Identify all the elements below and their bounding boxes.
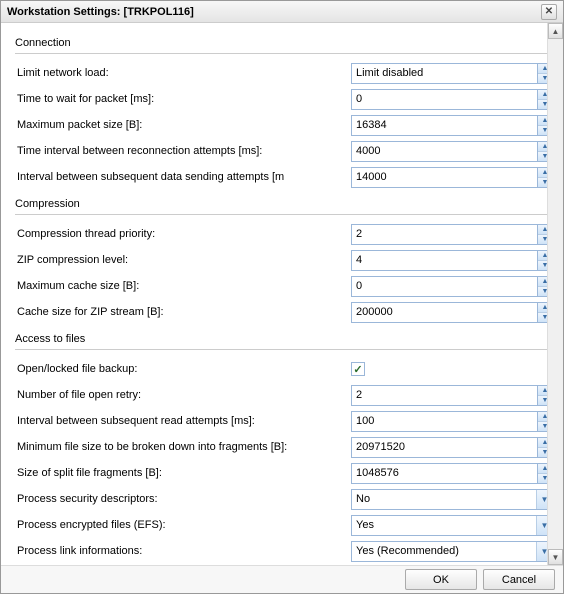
cancel-button[interactable]: Cancel [483, 569, 555, 590]
title-bar: Workstation Settings: [TRKPOL116] ✕ [1, 1, 563, 23]
open-locked-checkbox[interactable]: ✓ [351, 362, 365, 376]
link-value: Yes (Recommended) [352, 545, 536, 557]
open-locked-label: Open/locked file backup: [15, 363, 347, 375]
time-wait-packet-label: Time to wait for packet [ms]: [15, 93, 347, 105]
max-cache-input[interactable] [351, 276, 537, 297]
send-interval-label: Interval between subsequent data sending… [15, 171, 347, 183]
max-cache-field[interactable]: ▲ ▼ [351, 276, 553, 297]
zip-level-label: ZIP compression level: [15, 254, 347, 266]
efs-value: Yes [352, 519, 536, 531]
read-interval-field[interactable]: ▲ ▼ [351, 411, 553, 432]
limit-network-load-field[interactable]: ▲ ▼ [351, 63, 553, 84]
read-interval-input[interactable] [351, 411, 537, 432]
close-icon: ✕ [545, 6, 553, 17]
limit-network-load-label: Limit network load: [15, 67, 347, 79]
zip-level-field[interactable]: ▲ ▼ [351, 250, 553, 271]
scroll-up-button[interactable]: ▲ [548, 23, 563, 39]
min-frag-label: Minimum file size to be broken down into… [15, 441, 347, 453]
reconnect-interval-input[interactable] [351, 141, 537, 162]
content-area: Connection Limit network load: ▲ ▼ Time … [1, 23, 563, 565]
sec-desc-value: No [352, 493, 536, 505]
link-label: Process link informations: [15, 545, 347, 557]
zip-level-input[interactable] [351, 250, 537, 271]
section-title-compression: Compression [15, 198, 553, 212]
min-frag-field[interactable]: ▲ ▼ [351, 437, 553, 458]
min-frag-input[interactable] [351, 437, 537, 458]
split-size-input[interactable] [351, 463, 537, 484]
split-size-field[interactable]: ▲ ▼ [351, 463, 553, 484]
thread-priority-label: Compression thread priority: [15, 228, 347, 240]
zip-cache-input[interactable] [351, 302, 537, 323]
divider [15, 349, 553, 350]
limit-network-load-input[interactable] [351, 63, 537, 84]
sec-desc-label: Process security descriptors: [15, 493, 347, 505]
ok-button[interactable]: OK [405, 569, 477, 590]
vertical-scrollbar[interactable]: ▲ ▼ [547, 23, 563, 565]
split-size-label: Size of split file fragments [B]: [15, 467, 347, 479]
efs-select[interactable]: Yes ▼ [351, 515, 553, 536]
link-select[interactable]: Yes (Recommended) ▼ [351, 541, 553, 562]
send-interval-input[interactable] [351, 167, 537, 188]
send-interval-field[interactable]: ▲ ▼ [351, 167, 553, 188]
time-wait-packet-input[interactable] [351, 89, 537, 110]
sec-desc-select[interactable]: No ▼ [351, 489, 553, 510]
efs-label: Process encrypted files (EFS): [15, 519, 347, 531]
read-interval-label: Interval between subsequent read attempt… [15, 415, 347, 427]
window-title: Workstation Settings: [TRKPOL116] [7, 6, 194, 18]
num-retry-label: Number of file open retry: [15, 389, 347, 401]
thread-priority-input[interactable] [351, 224, 537, 245]
scroll-down-button[interactable]: ▼ [548, 549, 563, 565]
reconnect-interval-label: Time interval between reconnection attem… [15, 145, 347, 157]
footer-bar: OK Cancel [1, 565, 563, 593]
num-retry-field[interactable]: ▲ ▼ [351, 385, 553, 406]
section-title-connection: Connection [15, 37, 553, 51]
time-wait-packet-field[interactable]: ▲ ▼ [351, 89, 553, 110]
max-packet-size-label: Maximum packet size [B]: [15, 119, 347, 131]
max-packet-size-field[interactable]: ▲ ▼ [351, 115, 553, 136]
zip-cache-label: Cache size for ZIP stream [B]: [15, 306, 347, 318]
num-retry-input[interactable] [351, 385, 537, 406]
max-packet-size-input[interactable] [351, 115, 537, 136]
reconnect-interval-field[interactable]: ▲ ▼ [351, 141, 553, 162]
divider [15, 53, 553, 54]
zip-cache-field[interactable]: ▲ ▼ [351, 302, 553, 323]
max-cache-label: Maximum cache size [B]: [15, 280, 347, 292]
thread-priority-field[interactable]: ▲ ▼ [351, 224, 553, 245]
check-icon: ✓ [353, 363, 362, 376]
scroll-track[interactable] [548, 39, 563, 549]
close-button[interactable]: ✕ [541, 4, 557, 20]
divider [15, 214, 553, 215]
section-title-access: Access to files [15, 333, 553, 347]
